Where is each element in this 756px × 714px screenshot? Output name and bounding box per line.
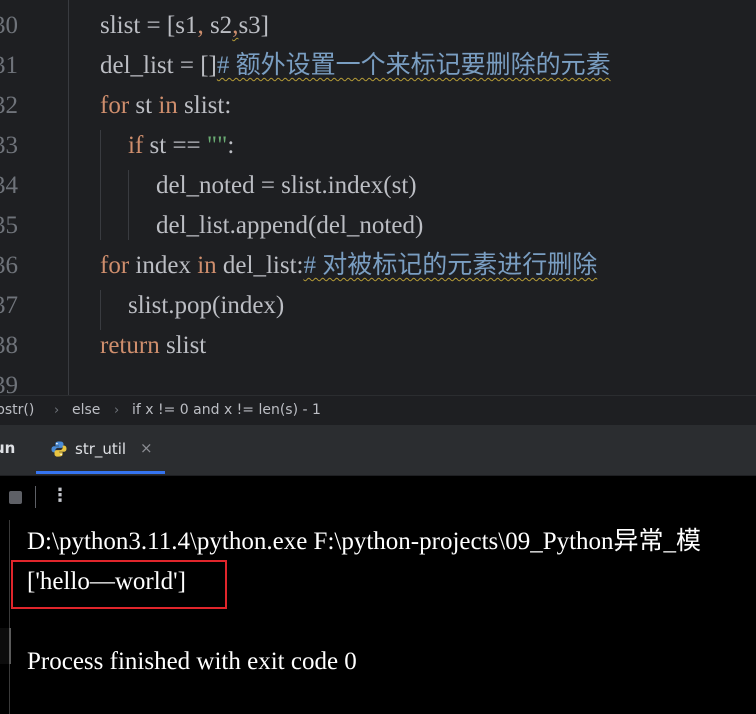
code-line-32[interactable]: for st in slist: (100, 86, 231, 126)
console-gutter (0, 520, 10, 714)
indent-guide (100, 130, 101, 240)
code-text: del_list = [] (100, 52, 217, 79)
tab-str-util[interactable]: str_util × (36, 425, 165, 475)
stop-icon[interactable] (9, 491, 22, 504)
line-number: 32 (0, 92, 18, 119)
string-literal: "" (206, 132, 228, 159)
code-text: slist.pop(index) (128, 292, 285, 319)
indent-guide (128, 170, 129, 240)
line-number: 38 (0, 332, 18, 359)
code-text: st == (143, 132, 207, 159)
code-text: index (129, 252, 198, 279)
line-number-gutter: 30 31 32 33 34 35 36 37 38 39 (0, 0, 68, 395)
breadcrumb-item[interactable]: else (72, 396, 100, 425)
code-line-35[interactable]: del_list.append(del_noted) (156, 206, 423, 246)
code-text: : (227, 132, 235, 159)
code-line-36[interactable]: for index in del_list:# 对被标记的元素进行删除 (100, 246, 597, 286)
line-number: 30 (0, 12, 18, 39)
code-line-31[interactable]: del_list = []# 额外设置一个来标记要删除的元素 (100, 46, 611, 86)
code-line-30[interactable]: slist = [s1, s2,s3] (100, 6, 269, 46)
keyword-in: in (158, 92, 178, 119)
code-text: del_list.append(del_noted) (156, 212, 424, 239)
chevron-right-icon: › (54, 403, 60, 418)
keyword-for: for (100, 252, 130, 279)
console-gutter-marker (0, 628, 11, 664)
run-window-title: un (0, 439, 16, 457)
close-icon[interactable]: × (140, 439, 153, 457)
code-line-38[interactable]: return slist (100, 326, 206, 366)
code-text: s2 (203, 12, 233, 39)
code-text: slist (159, 332, 207, 359)
highlight-annotation-box (11, 560, 227, 609)
code-text: slist: (177, 92, 232, 119)
code-line-33[interactable]: if st == "": (128, 126, 234, 166)
code-text: del_list: (216, 252, 304, 279)
line-number: 35 (0, 212, 18, 239)
keyword-return: return (100, 332, 160, 359)
code-line-37[interactable]: slist.pop(index) (128, 286, 284, 326)
active-tab-indicator (36, 471, 165, 474)
line-number: 39 (0, 372, 18, 395)
more-options-icon[interactable]: ⋮ (51, 485, 69, 506)
gutter-separator (68, 0, 69, 395)
line-number: 33 (0, 132, 18, 159)
toolbar-divider (35, 486, 36, 508)
code-text: slist = [s1 (100, 12, 198, 39)
keyword-in: in (197, 252, 217, 279)
code-text: st (129, 92, 159, 119)
keyword-if: if (128, 132, 144, 159)
breadcrumb: bstr() › else › if x != 0 and x != len(s… (0, 395, 756, 426)
line-number: 34 (0, 172, 18, 199)
code-line-34[interactable]: del_noted = slist.index(st) (156, 166, 417, 206)
breadcrumb-item[interactable]: if x != 0 and x != len(s) - 1 (132, 396, 321, 425)
line-number: 31 (0, 52, 18, 79)
code-comment: # 额外设置一个来标记要删除的元素 (216, 52, 611, 79)
keyword-for: for (100, 92, 130, 119)
indent-guide (100, 290, 101, 330)
code-text: s3] (238, 12, 269, 39)
console-command-line: D:\python3.11.4\python.exe F:\python-pro… (27, 528, 702, 555)
console-exit-message: Process finished with exit code 0 (27, 648, 357, 675)
chevron-right-icon: › (114, 403, 120, 418)
python-icon (51, 441, 67, 457)
line-number: 36 (0, 252, 18, 279)
code-editor[interactable]: 30 31 32 33 34 35 36 37 38 39 slist = [s… (0, 0, 756, 395)
run-toolbar: ⋮ (0, 476, 756, 520)
run-tool-window-header: un str_util × (0, 425, 756, 476)
line-number: 37 (0, 292, 18, 319)
tab-label: str_util (75, 440, 127, 458)
code-text: del_noted = slist.index(st) (156, 172, 417, 199)
code-comment: # 对被标记的元素进行删除 (303, 252, 598, 279)
breadcrumb-item[interactable]: bstr() (0, 396, 34, 425)
console-output[interactable]: D:\python3.11.4\python.exe F:\python-pro… (0, 520, 756, 714)
